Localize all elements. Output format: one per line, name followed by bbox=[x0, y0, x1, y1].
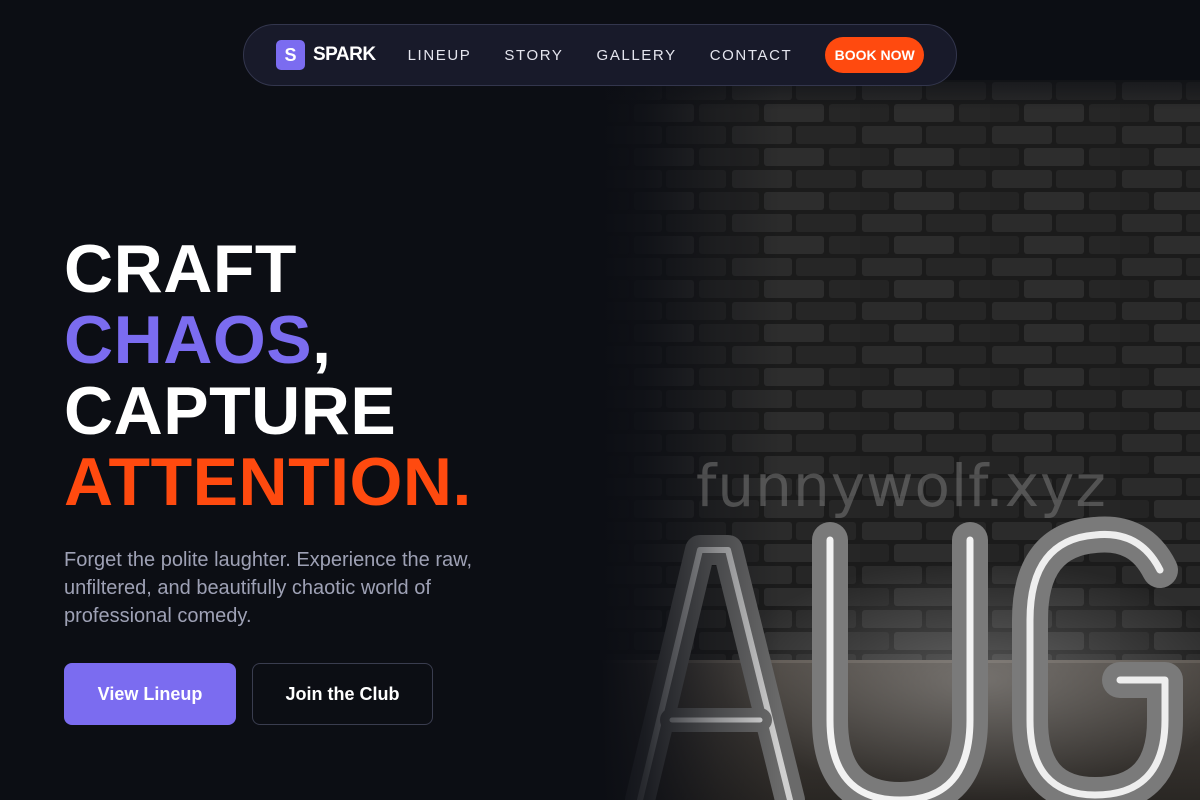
brand-logo[interactable]: S SPARK bbox=[276, 40, 376, 70]
hero-headline: CRAFT CHAOS, CAPTURE ATTENTION. bbox=[64, 234, 472, 518]
page: funnywolf.xyz S SPARK LINEUP STORY GALLE… bbox=[0, 0, 1200, 800]
hero-subtitle: Forget the polite laughter. Experience t… bbox=[64, 549, 473, 627]
book-now-button[interactable]: BOOK NOW bbox=[825, 37, 924, 73]
hero-photo bbox=[600, 80, 1200, 800]
headline-accent-attention: ATTENTION. bbox=[64, 444, 472, 520]
headline-line-1: CRAFT bbox=[64, 231, 297, 307]
nav-link-contact[interactable]: CONTACT bbox=[710, 47, 793, 64]
headline-comma: , bbox=[312, 302, 332, 378]
watermark-text: funnywolf.xyz bbox=[696, 452, 1107, 520]
nav-link-gallery[interactable]: GALLERY bbox=[597, 47, 677, 64]
join-club-button[interactable]: Join the Club bbox=[252, 663, 433, 725]
brand-mark-icon: S bbox=[276, 40, 305, 70]
nav-link-story[interactable]: STORY bbox=[504, 47, 563, 64]
headline-accent-chaos: CHAOS bbox=[64, 302, 313, 378]
brand-name: SPARK bbox=[313, 44, 376, 65]
view-lineup-button[interactable]: View Lineup bbox=[64, 663, 236, 725]
top-nav: S SPARK LINEUP STORY GALLERY CONTACT BOO… bbox=[243, 24, 957, 86]
headline-line-3: CAPTURE bbox=[64, 373, 397, 449]
nav-link-lineup[interactable]: LINEUP bbox=[408, 47, 472, 64]
headline-line-2: CHAOS, bbox=[64, 305, 472, 376]
